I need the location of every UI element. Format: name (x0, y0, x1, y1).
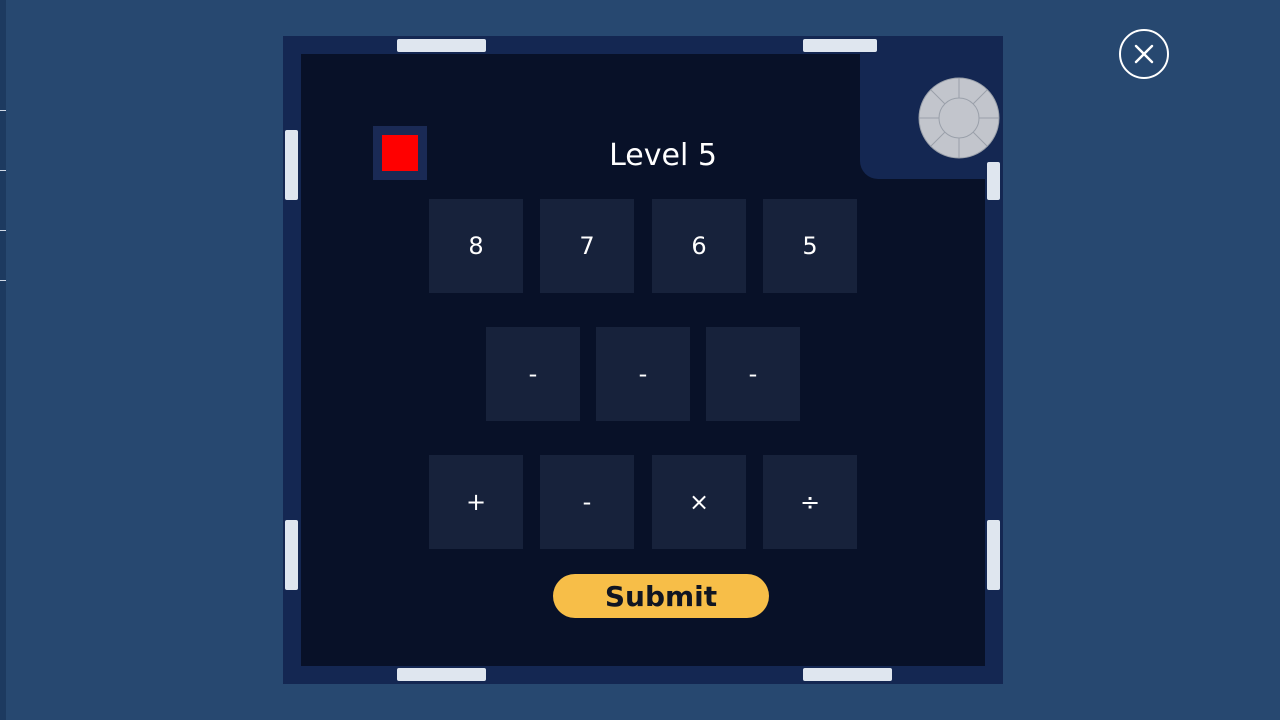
answer-slot[interactable]: - (596, 327, 690, 421)
left-edge-strip (0, 0, 6, 720)
frame-notch-left-top (285, 130, 298, 200)
number-tile[interactable]: 7 (540, 199, 634, 293)
operator-tile[interactable]: × (652, 455, 746, 549)
close-icon (1134, 44, 1154, 64)
submit-button[interactable]: Submit (553, 574, 769, 618)
frame-notch-bottom-right (803, 668, 892, 681)
frame-notch-top-right (803, 39, 877, 52)
answer-slot[interactable]: - (706, 327, 800, 421)
close-button[interactable] (1119, 29, 1169, 79)
operator-tile[interactable]: ÷ (763, 455, 857, 549)
left-edge-tick (0, 280, 6, 281)
game-board-frame: Level 5 8 7 6 5- - - + - × ÷ Submit (283, 36, 1003, 684)
operator-tile[interactable]: - (540, 455, 634, 549)
frame-notch-right-bottom (987, 520, 1000, 590)
left-edge-tick (0, 110, 6, 111)
frame-notch-left-bottom (285, 520, 298, 590)
frame-notch-top-left (397, 39, 486, 52)
number-tile[interactable]: 5 (763, 199, 857, 293)
left-edge-tick (0, 230, 6, 231)
level-title: Level 5 (609, 138, 717, 173)
frame-notch-bottom-left (397, 668, 486, 681)
game-panel: Level 5 8 7 6 5- - - + - × ÷ Submit (301, 54, 1000, 666)
frame-notch-right-top (987, 162, 1000, 200)
red-square-icon (382, 135, 418, 171)
number-tile[interactable]: 6 (652, 199, 746, 293)
dial-icon[interactable] (917, 76, 1001, 160)
number-tile[interactable]: 8 (429, 199, 523, 293)
left-edge-tick (0, 170, 6, 171)
operator-tile[interactable]: + (429, 455, 523, 549)
status-indicator (373, 126, 427, 180)
answer-slot[interactable]: - (486, 327, 580, 421)
